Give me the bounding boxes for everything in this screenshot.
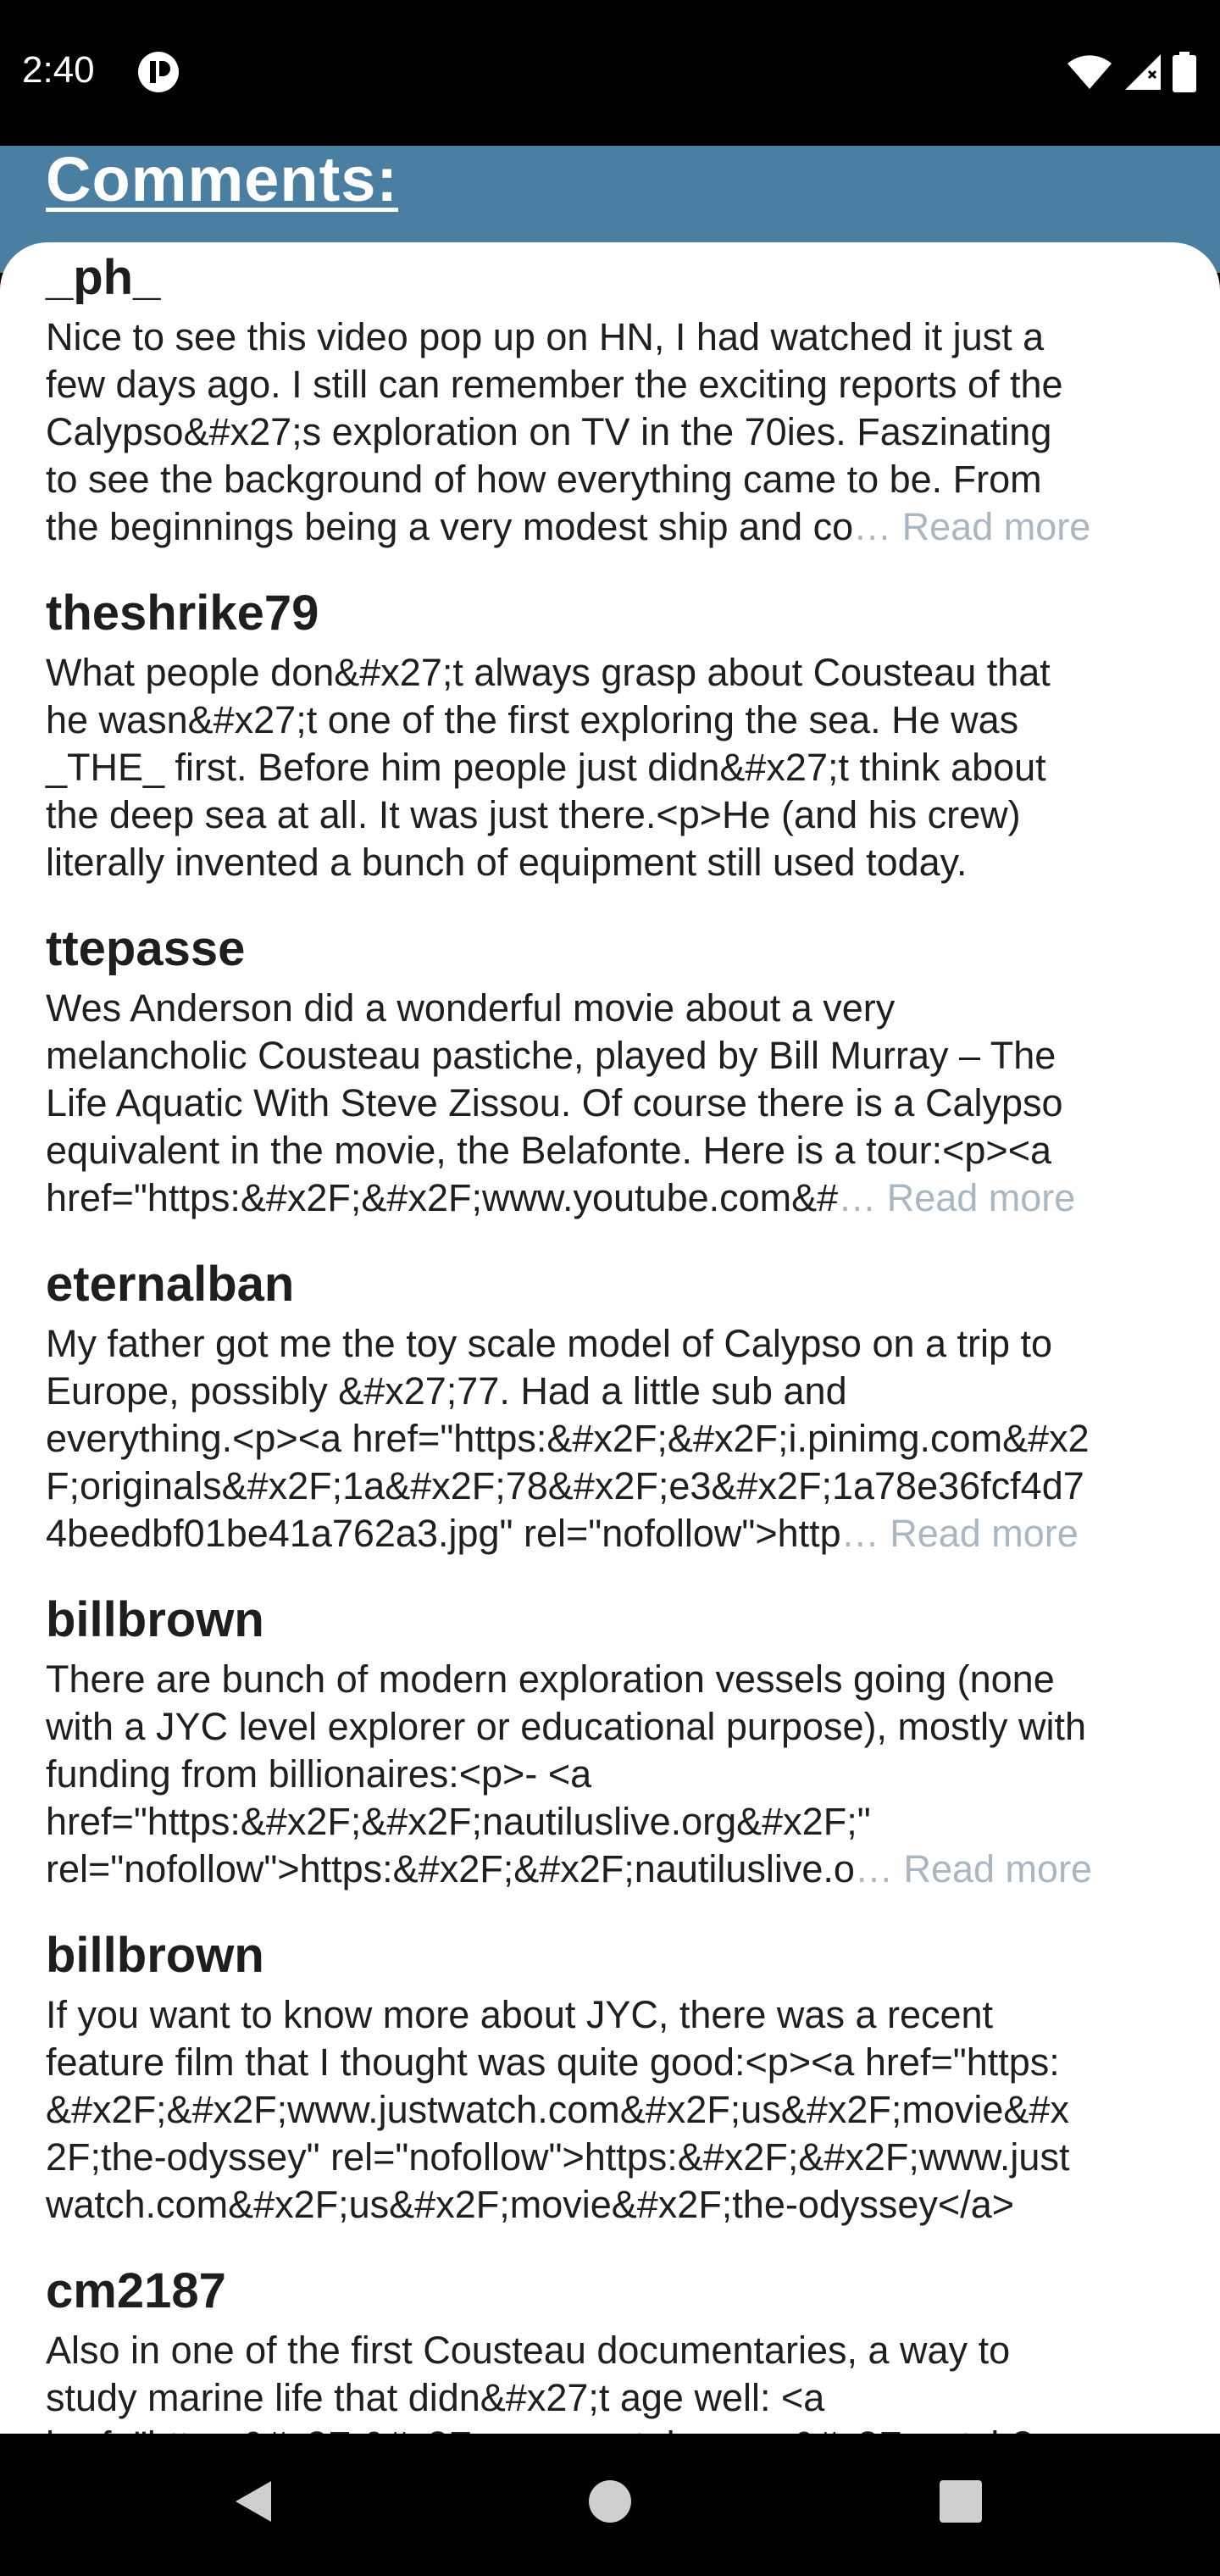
page-title: Comments: [46, 144, 399, 214]
comment-line: he wasn&#x27;t one of the first explorin… [46, 698, 1019, 741]
comment-author[interactable]: ttepasse [46, 922, 1190, 976]
comment-line: feature film that I thought was quite go… [46, 2040, 1060, 2084]
read-more-link[interactable]: … Read more [841, 1512, 1079, 1555]
home-button[interactable] [576, 2468, 644, 2535]
home-circle-icon [589, 2480, 631, 2523]
status-bar: 2:40 [0, 0, 1220, 146]
comment-item: ttepasse Wes Anderson did a wonderful mo… [46, 922, 1190, 1222]
comment-line: 2F;the-odyssey" rel="nofollow">https:&#x… [46, 2135, 1070, 2179]
comment-author[interactable]: billbrown [46, 1929, 1190, 1983]
read-more-link[interactable]: … Read more [853, 505, 1090, 548]
comment-line: with a JYC level explorer or educational… [46, 1705, 1087, 1748]
comment-author[interactable]: eternalban [46, 1257, 1190, 1312]
comment-line: F;originals&#x2F;1a&#x2F;78&#x2F;e3&#x2F… [46, 1464, 1084, 1507]
comment-item: eternalban My father got me the toy scal… [46, 1257, 1190, 1557]
comment-line: few days ago. I still can remember the e… [46, 363, 1063, 406]
recents-square-icon [940, 2480, 982, 2523]
navigation-bar [0, 2434, 1220, 2576]
comment-line: funding from billionaires:<p>- <a [46, 1752, 592, 1796]
comment-body: My father got me the toy scale model of … [46, 1320, 1190, 1557]
comment-line-last: href="https:&#x2F;&#x2F;www.youtube.com&… [46, 1174, 1190, 1222]
comment-item: _ph_ Nice to see this video pop up on HN… [46, 251, 1190, 551]
comment-body: Nice to see this video pop up on HN, I h… [46, 314, 1190, 551]
comment-item: theshrike79 What people don&#x27;t alway… [46, 586, 1190, 886]
comment-line: What people don&#x27;t always grasp abou… [46, 651, 1051, 694]
comment-item: billbrown There are bunch of modern expl… [46, 1593, 1190, 1893]
status-indicators [1066, 51, 1196, 93]
comment-line: href="https:&#x2F;&#x2F;nautiluslive.org… [46, 1800, 871, 1843]
comment-line: Nice to see this video pop up on HN, I h… [46, 315, 1045, 358]
comments-list[interactable]: _ph_ Nice to see this video pop up on HN… [0, 242, 1220, 2434]
comment-body: If you want to know more about JYC, ther… [46, 1991, 1190, 2229]
comment-line: the deep sea at all. It was just there.<… [46, 793, 1021, 836]
comment-line-last: 4beedbf01be41a762a3.jpg" rel="nofollow">… [46, 1510, 1190, 1557]
status-time: 2:40 [22, 49, 95, 91]
read-more-link[interactable]: … Read more [855, 1847, 1092, 1890]
comment-line: Calypso&#x27;s exploration on TV in the … [46, 410, 1052, 453]
battery-icon [1173, 52, 1196, 92]
comment-line-text: href="https:&#x2F;&#x2F;www.youtube.com&… [46, 1176, 839, 1219]
comment-line: melancholic Cousteau pastiche, played by… [46, 1034, 1056, 1077]
comment-author[interactable]: billbrown [46, 1593, 1190, 1647]
comment-author[interactable]: _ph_ [46, 251, 1190, 305]
device-screen: 2:40 Comments: _ph_ Nice to see this vid… [0, 0, 1220, 2576]
comment-line: literally invented a bunch of equipment … [46, 841, 968, 884]
comment-line: If you want to know more about JYC, ther… [46, 1993, 994, 2036]
comment-line-text: 4beedbf01be41a762a3.jpg" rel="nofollow">… [46, 1512, 841, 1555]
wifi-icon [1066, 53, 1113, 91]
comment-line: equivalent in the movie, the Belafonte. … [46, 1129, 1052, 1172]
comment-line: &#x2F;&#x2F;www.justwatch.com&#x2F;us&#x… [46, 2088, 1069, 2131]
comment-author[interactable]: theshrike79 [46, 586, 1190, 641]
recents-button[interactable] [927, 2468, 995, 2535]
comment-line: _THE_ first. Before him people just didn… [46, 746, 1046, 789]
comment-line: My father got me the toy scale model of … [46, 1322, 1053, 1365]
comment-item: cm2187 Also in one of the first Cousteau… [46, 2264, 1190, 2434]
comment-line: everything.<p><a href="https:&#x2F;&#x2F… [46, 1417, 1090, 1460]
comment-line: Europe, possibly &#x27;77. Had a little … [46, 1369, 847, 1413]
comment-line-last: rel="nofollow">https:&#x2F;&#x2F;nautilu… [46, 1846, 1190, 1893]
comment-line-text: the beginnings being a very modest ship … [46, 505, 854, 548]
comment-item: billbrown If you want to know more about… [46, 1929, 1190, 2229]
comment-body: Wes Anderson did a wonderful movie about… [46, 985, 1190, 1222]
comment-line: href="https:&#x2F;&#x2F;www.youtube.com&… [46, 2422, 1190, 2434]
comment-line: Also in one of the first Cousteau docume… [46, 2329, 1011, 2372]
comment-body: There are bunch of modern exploration ve… [46, 1656, 1190, 1893]
comment-line: Wes Anderson did a wonderful movie about… [46, 986, 896, 1030]
back-button[interactable] [220, 2468, 288, 2535]
read-more-link[interactable]: … Read more [838, 1176, 1075, 1219]
comment-line: to see the background of how everything … [46, 458, 1042, 501]
comment-author[interactable]: cm2187 [46, 2264, 1190, 2318]
comment-line: watch.com&#x2F;us&#x2F;movie&#x2F;the-od… [46, 2183, 1015, 2226]
comment-body: What people don&#x27;t always grasp abou… [46, 649, 1190, 886]
comment-line-last: the beginnings being a very modest ship … [46, 503, 1190, 551]
comment-body: Also in one of the first Cousteau docume… [46, 2327, 1190, 2434]
back-triangle-icon [236, 2481, 271, 2522]
app-notification-icon [137, 51, 180, 93]
comment-line-text: rel="nofollow">https:&#x2F;&#x2F;nautilu… [46, 1847, 855, 1890]
comment-line: study marine life that didn&#x27;t age w… [46, 2376, 825, 2419]
cellular-signal-icon [1123, 53, 1162, 92]
comment-line: There are bunch of modern exploration ve… [46, 1657, 1055, 1701]
comment-line: Life Aquatic With Steve Zissou. Of cours… [46, 1081, 1063, 1124]
